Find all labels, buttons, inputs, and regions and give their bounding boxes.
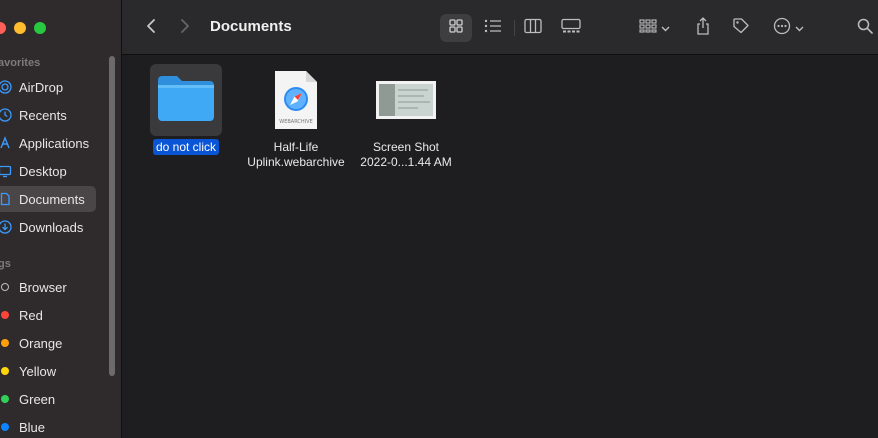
chevron-left-icon: [145, 18, 157, 39]
blue-tag-icon: [0, 420, 12, 434]
group-grid-icon: [638, 18, 657, 38]
file-name-line2: Uplink.webarchive: [247, 155, 345, 169]
close-window-button[interactable]: [0, 22, 6, 34]
sidebar-tag-orange[interactable]: Orange: [0, 330, 96, 356]
screenshot-thumb: [370, 64, 442, 136]
sidebar-item-label: Red: [19, 307, 43, 323]
sidebar-item-downloads[interactable]: Downloads: [0, 214, 96, 240]
column-view-button[interactable]: [518, 14, 548, 42]
forward-button[interactable]: [174, 14, 196, 42]
download-icon: [0, 220, 12, 234]
file-item-webarchive[interactable]: Half-Life Uplink.webarchive WEBARCHIVE: [236, 64, 356, 170]
folder-icon: [155, 72, 217, 129]
search-icon: [857, 18, 873, 39]
list-icon: [484, 19, 502, 38]
yellow-tag-icon: [0, 364, 12, 378]
file-name-wrap: Half-Life Uplink.webarchive: [236, 140, 356, 170]
sidebar-item-label: AirDrop: [19, 79, 64, 95]
sidebar-item-label: Downloads: [19, 219, 84, 235]
window-controls: [0, 22, 46, 34]
back-button[interactable]: [140, 14, 162, 42]
chevron-right-icon: [179, 18, 191, 39]
sidebar-tag-yellow[interactable]: Yellow: [0, 358, 96, 384]
file-name-wrap: Screen Shot 2022-0...1.44 AM: [346, 140, 466, 170]
sidebar-tag-red[interactable]: Red: [0, 302, 96, 328]
toolbar-separator: [514, 20, 515, 36]
file-name-wrap: do not click: [126, 139, 246, 155]
minimize-window-button[interactable]: [14, 22, 26, 34]
ellipsis-icon: [773, 17, 791, 40]
file-name-line1: Half-Life: [273, 140, 319, 154]
sidebar-item-recents[interactable]: Recents: [0, 102, 96, 128]
orange-tag-icon: [0, 336, 12, 350]
sidebar-item-documents[interactable]: Documents: [0, 186, 96, 212]
file-item-folder[interactable]: do not click: [126, 64, 246, 155]
sidebar-tag-browser[interactable]: Browser: [0, 274, 96, 300]
tag-icon: [732, 17, 750, 40]
tags-header: gs: [0, 258, 11, 270]
sidebar-tag-blue[interactable]: Blue: [0, 414, 96, 438]
file-browser-content: do not click Half-Life Uplink.webarchive…: [122, 55, 878, 438]
chevron-down-icon: [795, 19, 804, 37]
more-actions-button[interactable]: [768, 14, 808, 42]
columns-icon: [524, 18, 542, 39]
sidebar: avorites AirDrop Recents Applications De…: [0, 0, 122, 438]
zoom-window-button[interactable]: [34, 22, 46, 34]
file-name-line2: 2022-0...1.44 AM: [360, 155, 452, 169]
clock-icon: [0, 108, 12, 122]
sidebar-item-label: Desktop: [19, 163, 67, 179]
grid-icon: [448, 18, 464, 39]
list-view-button[interactable]: [478, 14, 508, 42]
sidebar-tag-green[interactable]: Green: [0, 386, 96, 412]
applications-icon: [0, 136, 12, 150]
sidebar-item-label: Blue: [19, 419, 46, 435]
sidebar-item-airdrop[interactable]: AirDrop: [0, 74, 96, 100]
sidebar-item-label: Browser: [19, 279, 67, 295]
desktop-icon: [0, 164, 12, 178]
airdrop-icon: [0, 80, 12, 94]
tag-button[interactable]: [728, 14, 754, 42]
sidebar-item-applications[interactable]: Applications: [0, 130, 96, 156]
gallery-view-button[interactable]: [556, 14, 586, 42]
gallery-icon: [561, 18, 581, 39]
sidebar-item-label: Applications: [19, 135, 90, 151]
webarchive-thumb: [260, 64, 332, 136]
folder-thumb: [150, 64, 222, 136]
sidebar-item-label: Green: [19, 391, 56, 407]
icon-view-button[interactable]: [440, 14, 472, 42]
green-tag-icon: [0, 392, 12, 406]
document-icon: [0, 192, 12, 206]
favorites-header: avorites: [0, 57, 41, 69]
sidebar-scrollbar[interactable]: [109, 56, 115, 376]
file-name-line1: Screen Shot: [372, 140, 440, 154]
sidebar-item-desktop[interactable]: Desktop: [0, 158, 96, 184]
sidebar-item-label: Orange: [19, 335, 63, 351]
screenshot-image-icon: [376, 81, 436, 119]
sidebar-item-label: Documents: [19, 191, 85, 207]
sidebar-item-label: Yellow: [19, 363, 57, 379]
webarchive-badge: WEBARCHIVE: [279, 119, 313, 125]
search-button[interactable]: [852, 14, 878, 42]
chevron-down-icon: [661, 19, 670, 37]
sidebar-item-label: Recents: [19, 107, 67, 123]
toolbar: Documents: [122, 0, 878, 55]
file-item-screenshot[interactable]: Screen Shot 2022-0...1.44 AM: [346, 64, 466, 170]
tag-ring-icon: [0, 280, 12, 294]
window-title: Documents: [210, 18, 292, 35]
file-name-label: do not click: [152, 139, 220, 155]
group-by-button[interactable]: [634, 14, 674, 42]
share-icon: [695, 16, 711, 40]
red-tag-icon: [0, 308, 12, 322]
share-button[interactable]: [690, 14, 716, 42]
